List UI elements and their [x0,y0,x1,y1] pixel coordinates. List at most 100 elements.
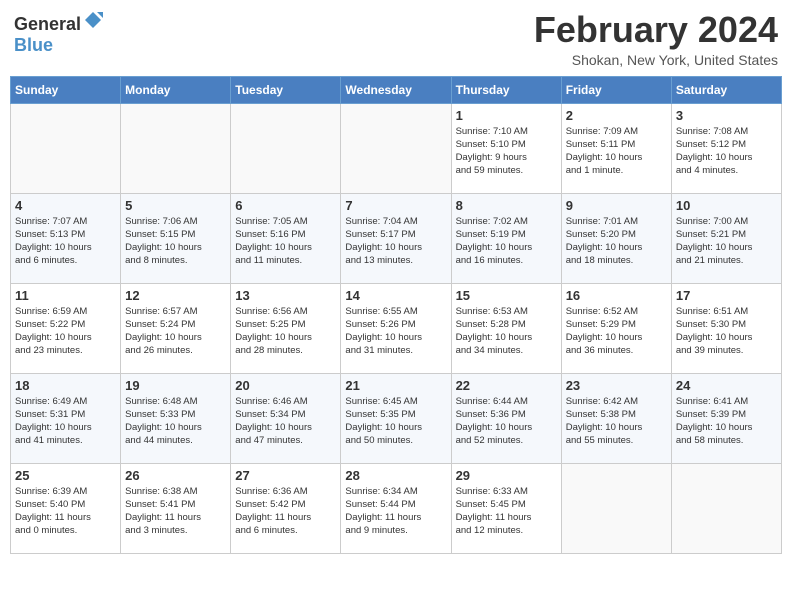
title-block: February 2024 Shokan, New York, United S… [534,10,778,68]
day-number: 10 [676,198,777,213]
day-info: Sunrise: 7:09 AMSunset: 5:11 PMDaylight:… [566,125,667,178]
day-number: 1 [456,108,557,123]
calendar-cell: 3 Sunrise: 7:08 AMSunset: 5:12 PMDaylight… [671,103,781,193]
day-number: 24 [676,378,777,393]
day-number: 19 [125,378,226,393]
day-number: 20 [235,378,336,393]
month-title: February 2024 [534,10,778,50]
calendar-cell: 29 Sunrise: 6:33 AMSunset: 5:45 PMDayligh… [451,463,561,553]
calendar-cell: 1 Sunrise: 7:10 AMSunset: 5:10 PMDaylight… [451,103,561,193]
day-number: 7 [345,198,446,213]
calendar-cell [561,463,671,553]
day-info: Sunrise: 6:39 AMSunset: 5:40 PMDaylight:… [15,485,116,538]
calendar-cell: 23Sunrise: 6:42 AMSunset: 5:38 PMDayligh… [561,373,671,463]
day-info: Sunrise: 6:42 AMSunset: 5:38 PMDaylight:… [566,395,667,448]
calendar-cell: 17 Sunrise: 6:51 AMSunset: 5:30 PMDayligh… [671,283,781,373]
day-info: Sunrise: 6:45 AMSunset: 5:35 PMDaylight:… [345,395,446,448]
day-number: 25 [15,468,116,483]
header-wednesday: Wednesday [341,76,451,103]
day-number: 27 [235,468,336,483]
day-info: Sunrise: 6:34 AMSunset: 5:44 PMDaylight:… [345,485,446,538]
calendar-cell: 2 Sunrise: 7:09 AMSunset: 5:11 PMDaylight… [561,103,671,193]
header-row: SundayMondayTuesdayWednesdayThursdayFrid… [11,76,782,103]
day-number: 12 [125,288,226,303]
header-saturday: Saturday [671,76,781,103]
day-info: Sunrise: 6:51 AMSunset: 5:30 PMDaylight:… [676,305,777,358]
calendar-cell: 22 Sunrise: 6:44 AMSunset: 5:36 PMDayligh… [451,373,561,463]
week-row-3: 11 Sunrise: 6:59 AMSunset: 5:22 PMDayligh… [11,283,782,373]
day-info: Sunrise: 7:01 AMSunset: 5:20 PMDaylight:… [566,215,667,268]
day-number: 11 [15,288,116,303]
week-row-4: 18 Sunrise: 6:49 AMSunset: 5:31 PMDayligh… [11,373,782,463]
calendar-cell: 15Sunrise: 6:53 AMSunset: 5:28 PMDayligh… [451,283,561,373]
day-number: 6 [235,198,336,213]
calendar-cell: 28 Sunrise: 6:34 AMSunset: 5:44 PMDayligh… [341,463,451,553]
day-number: 26 [125,468,226,483]
logo: General Blue [14,10,103,56]
calendar-header: SundayMondayTuesdayWednesdayThursdayFrid… [11,76,782,103]
page-header: General Blue February 2024 Shokan, New Y… [10,10,782,68]
calendar-table: SundayMondayTuesdayWednesdayThursdayFrid… [10,76,782,554]
calendar-cell: 9 Sunrise: 7:01 AMSunset: 5:20 PMDaylight… [561,193,671,283]
header-friday: Friday [561,76,671,103]
day-info: Sunrise: 7:08 AMSunset: 5:12 PMDaylight:… [676,125,777,178]
day-number: 3 [676,108,777,123]
calendar-cell: 7 Sunrise: 7:04 AMSunset: 5:17 PMDaylight… [341,193,451,283]
header-thursday: Thursday [451,76,561,103]
day-info: Sunrise: 6:46 AMSunset: 5:34 PMDaylight:… [235,395,336,448]
day-number: 5 [125,198,226,213]
day-info: Sunrise: 6:44 AMSunset: 5:36 PMDaylight:… [456,395,557,448]
day-number: 16 [566,288,667,303]
header-sunday: Sunday [11,76,121,103]
week-row-2: 4Sunrise: 7:07 AMSunset: 5:13 PMDaylight… [11,193,782,283]
calendar-cell: 6 Sunrise: 7:05 AMSunset: 5:16 PMDaylight… [231,193,341,283]
header-tuesday: Tuesday [231,76,341,103]
day-info: Sunrise: 6:38 AMSunset: 5:41 PMDaylight:… [125,485,226,538]
week-row-1: 1 Sunrise: 7:10 AMSunset: 5:10 PMDaylight… [11,103,782,193]
logo-text: General Blue [14,10,103,56]
day-info: Sunrise: 6:56 AMSunset: 5:25 PMDaylight:… [235,305,336,358]
day-number: 29 [456,468,557,483]
day-number: 21 [345,378,446,393]
day-info: Sunrise: 6:57 AMSunset: 5:24 PMDaylight:… [125,305,226,358]
calendar-cell: 18 Sunrise: 6:49 AMSunset: 5:31 PMDayligh… [11,373,121,463]
day-info: Sunrise: 6:53 AMSunset: 5:28 PMDaylight:… [456,305,557,358]
day-number: 22 [456,378,557,393]
calendar-cell: 21 Sunrise: 6:45 AMSunset: 5:35 PMDayligh… [341,373,451,463]
day-number: 2 [566,108,667,123]
day-number: 8 [456,198,557,213]
day-info: Sunrise: 7:07 AMSunset: 5:13 PMDaylight:… [15,215,116,268]
calendar-body: 1 Sunrise: 7:10 AMSunset: 5:10 PMDaylight… [11,103,782,553]
day-info: Sunrise: 7:04 AMSunset: 5:17 PMDaylight:… [345,215,446,268]
day-number: 13 [235,288,336,303]
day-info: Sunrise: 7:00 AMSunset: 5:21 PMDaylight:… [676,215,777,268]
day-info: Sunrise: 7:10 AMSunset: 5:10 PMDaylight:… [456,125,557,178]
calendar-cell [231,103,341,193]
calendar-cell: 26 Sunrise: 6:38 AMSunset: 5:41 PMDayligh… [121,463,231,553]
day-number: 28 [345,468,446,483]
calendar-cell: 14Sunrise: 6:55 AMSunset: 5:26 PMDayligh… [341,283,451,373]
day-number: 9 [566,198,667,213]
header-monday: Monday [121,76,231,103]
calendar-cell: 4Sunrise: 7:07 AMSunset: 5:13 PMDaylight… [11,193,121,283]
calendar-cell: 10 Sunrise: 7:00 AMSunset: 5:21 PMDayligh… [671,193,781,283]
calendar-cell: 5Sunrise: 7:06 AMSunset: 5:15 PMDaylight… [121,193,231,283]
day-info: Sunrise: 6:59 AMSunset: 5:22 PMDaylight:… [15,305,116,358]
calendar-cell [11,103,121,193]
calendar-cell: 12 Sunrise: 6:57 AMSunset: 5:24 PMDayligh… [121,283,231,373]
calendar-cell: 24 Sunrise: 6:41 AMSunset: 5:39 PMDayligh… [671,373,781,463]
day-info: Sunrise: 7:05 AMSunset: 5:16 PMDaylight:… [235,215,336,268]
calendar-cell: 25 Sunrise: 6:39 AMSunset: 5:40 PMDayligh… [11,463,121,553]
calendar-cell [671,463,781,553]
day-number: 18 [15,378,116,393]
calendar-cell: 27Sunrise: 6:36 AMSunset: 5:42 PMDayligh… [231,463,341,553]
day-info: Sunrise: 6:49 AMSunset: 5:31 PMDaylight:… [15,395,116,448]
location: Shokan, New York, United States [534,52,778,68]
calendar-cell [341,103,451,193]
logo-general: General [14,14,81,34]
day-number: 17 [676,288,777,303]
day-info: Sunrise: 6:48 AMSunset: 5:33 PMDaylight:… [125,395,226,448]
day-info: Sunrise: 6:41 AMSunset: 5:39 PMDaylight:… [676,395,777,448]
day-info: Sunrise: 6:33 AMSunset: 5:45 PMDaylight:… [456,485,557,538]
calendar-cell: 16Sunrise: 6:52 AMSunset: 5:29 PMDayligh… [561,283,671,373]
